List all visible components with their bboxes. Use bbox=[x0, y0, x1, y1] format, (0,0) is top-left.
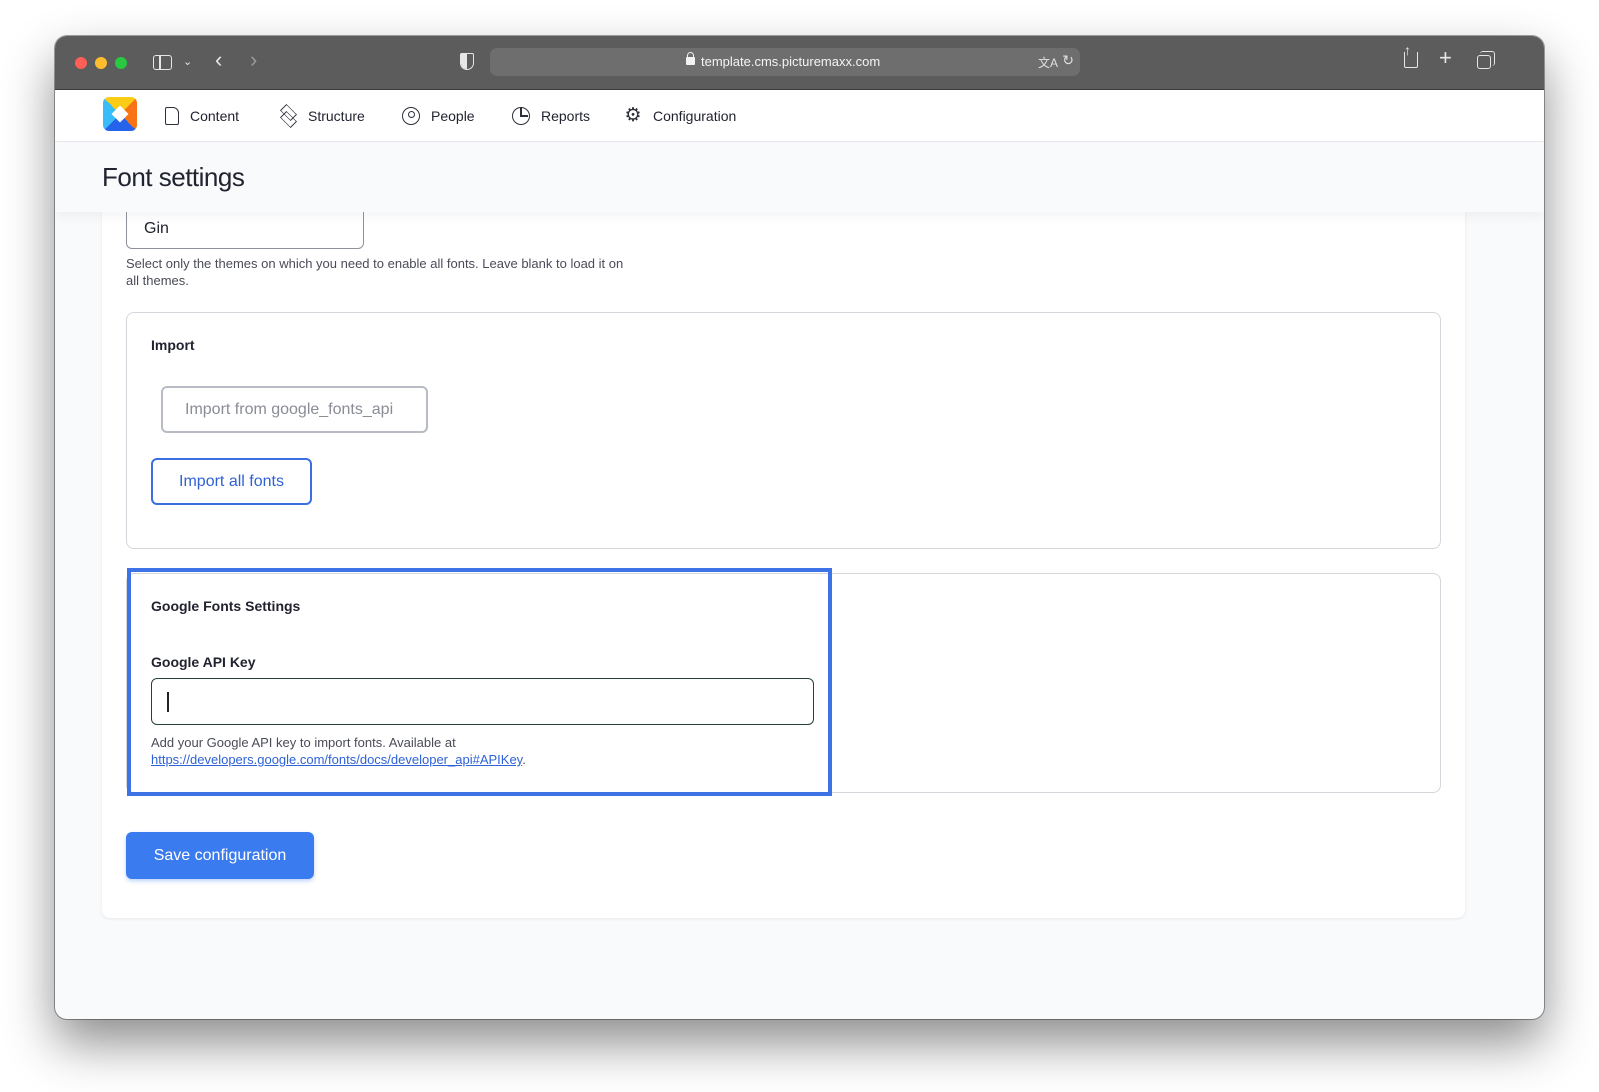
import-fieldset: Import Import all fonts bbox=[126, 312, 1441, 549]
google-fonts-fieldset: Google Fonts Settings Google API Key Add… bbox=[126, 573, 1441, 793]
toolbar-item-label: Content bbox=[190, 108, 240, 124]
api-key-input[interactable] bbox=[151, 678, 814, 725]
chevron-down-icon[interactable]: ⌄ bbox=[183, 54, 192, 70]
import-all-fonts-button[interactable]: Import all fonts bbox=[151, 458, 312, 505]
admin-toolbar: Content Structure People Reports ⚙ Confi… bbox=[55, 90, 1544, 142]
sidebar-toggle-icon[interactable] bbox=[153, 55, 172, 70]
user-circle-icon bbox=[402, 107, 420, 125]
reload-icon[interactable]: ↻ bbox=[1062, 52, 1074, 69]
api-key-help-suffix: . bbox=[522, 752, 526, 767]
toolbar-item-structure[interactable]: Structure bbox=[279, 90, 365, 142]
toolbar-item-people[interactable]: People bbox=[402, 90, 475, 142]
google-fonts-legend: Google Fonts Settings bbox=[151, 598, 301, 614]
browser-window: ⌄ ‹ › template.cms.picturemaxx.com 文A ↻ … bbox=[55, 36, 1544, 1019]
zoom-window-button[interactable] bbox=[115, 57, 127, 69]
minimize-window-button[interactable] bbox=[95, 57, 107, 69]
pie-chart-icon bbox=[512, 107, 530, 125]
forward-icon[interactable]: › bbox=[250, 49, 257, 71]
page-header: Font settings bbox=[55, 142, 1544, 212]
close-window-button[interactable] bbox=[75, 57, 87, 69]
save-configuration-button[interactable]: Save configuration bbox=[126, 832, 314, 879]
api-key-help-prefix: Add your Google API key to import fonts.… bbox=[151, 735, 456, 750]
lock-icon bbox=[686, 52, 695, 65]
theme-option[interactable]: Gin bbox=[144, 220, 169, 238]
translate-icon[interactable]: 文A bbox=[1038, 54, 1058, 71]
share-icon[interactable] bbox=[1404, 42, 1418, 68]
address-bar[interactable]: template.cms.picturemaxx.com 文A ↻ bbox=[490, 48, 1080, 76]
settings-form: Stable Gin Select only the themes on whi… bbox=[102, 186, 1465, 918]
import-source-input[interactable] bbox=[161, 386, 428, 433]
text-cursor bbox=[167, 692, 169, 712]
toolbar-item-label: People bbox=[431, 108, 475, 124]
api-key-help-text: Add your Google API key to import fonts.… bbox=[151, 734, 526, 768]
tab-overview-icon[interactable] bbox=[1477, 51, 1495, 69]
themes-help-text: Select only the themes on which you need… bbox=[126, 256, 624, 288]
url-text: template.cms.picturemaxx.com bbox=[701, 54, 881, 69]
gear-icon: ⚙ bbox=[624, 105, 642, 126]
import-legend: Import bbox=[151, 337, 195, 353]
toolbar-item-reports[interactable]: Reports bbox=[512, 90, 590, 142]
privacy-shield-icon[interactable] bbox=[460, 53, 474, 70]
new-tab-icon[interactable]: + bbox=[1439, 47, 1452, 69]
back-icon[interactable]: ‹ bbox=[215, 49, 222, 71]
document-icon bbox=[165, 107, 179, 125]
layers-icon bbox=[279, 107, 297, 125]
page-title: Font settings bbox=[102, 162, 245, 192]
api-key-label: Google API Key bbox=[151, 654, 256, 670]
toolbar-item-configuration[interactable]: ⚙ Configuration bbox=[624, 90, 736, 142]
toolbar-item-content[interactable]: Content bbox=[165, 90, 239, 142]
api-key-docs-link[interactable]: https://developers.google.com/fonts/docs… bbox=[151, 752, 522, 767]
toolbar-item-label: Configuration bbox=[653, 108, 737, 124]
site-logo[interactable] bbox=[103, 97, 137, 131]
browser-titlebar: ⌄ ‹ › template.cms.picturemaxx.com 文A ↻ … bbox=[55, 36, 1544, 90]
toolbar-item-label: Structure bbox=[308, 108, 365, 124]
toolbar-item-label: Reports bbox=[541, 108, 591, 124]
